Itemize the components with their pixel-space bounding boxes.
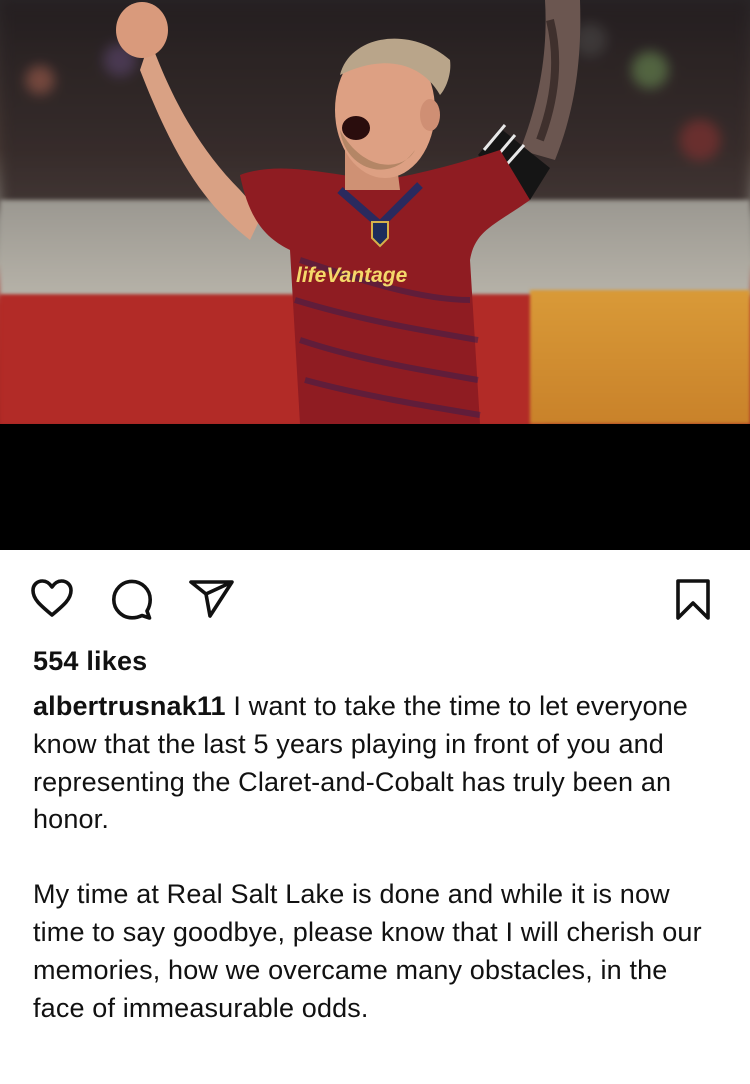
post-photo[interactable]: lifeVantage [0, 0, 750, 424]
image-letterbox [0, 424, 750, 550]
caption-paragraph-2: My time at Real Salt Lake is done and wh… [33, 879, 702, 1023]
comment-icon[interactable] [110, 577, 154, 626]
likes-count[interactable]: 554 likes [0, 644, 750, 682]
bookmark-icon[interactable] [674, 578, 712, 627]
caption-paragraph-1: albertrusnak11 I want to take the time t… [33, 688, 723, 839]
post-caption: albertrusnak11 I want to take the time t… [0, 688, 750, 1027]
send-icon[interactable] [188, 579, 236, 624]
post-action-bar [0, 550, 750, 646]
heart-icon[interactable] [30, 578, 74, 623]
caption-username[interactable]: albertrusnak11 [33, 691, 226, 721]
jersey-sponsor-text: lifeVantage [296, 264, 408, 287]
player-figure: lifeVantage [116, 0, 581, 424]
